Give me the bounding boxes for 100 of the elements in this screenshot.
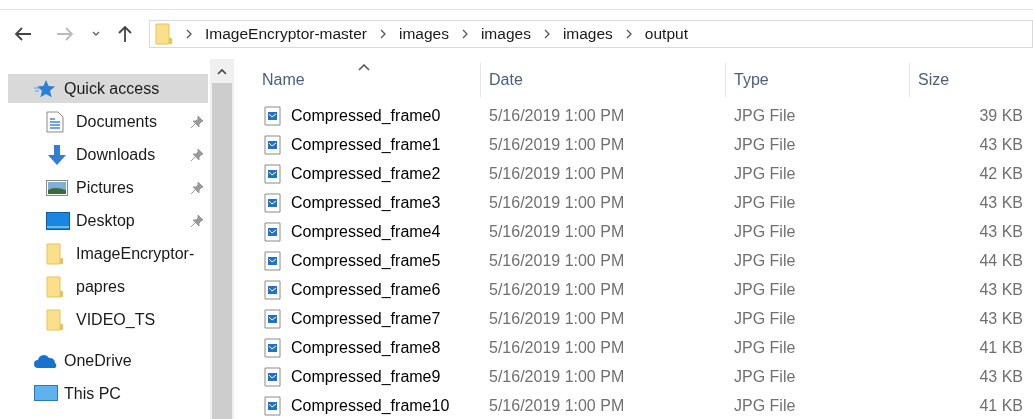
type-cell-text: JPG File — [733, 367, 797, 386]
column-header[interactable]: Size — [909, 63, 1033, 97]
document-icon — [46, 110, 64, 133]
sidebar-item[interactable]: papres — [8, 272, 208, 301]
folder-icon — [46, 275, 64, 298]
type-cell-text: JPG File — [733, 251, 797, 270]
breadcrumb[interactable]: images — [562, 25, 613, 43]
scrollbar-thumb[interactable] — [212, 83, 232, 419]
sidebar-item[interactable]: Desktop — [8, 206, 208, 235]
date-cell-text: 5/16/2019 1:00 PM — [488, 280, 626, 299]
sidebar-item[interactable]: Documents — [8, 107, 208, 136]
picture-icon — [46, 179, 68, 196]
folder-icon — [46, 242, 64, 265]
image-file-icon — [264, 366, 281, 387]
sidebar-item[interactable]: This PC — [8, 379, 208, 408]
sidebar-item[interactable]: VIDEO_TS — [8, 305, 208, 334]
chevron-icon — [378, 29, 387, 39]
date-cell-text: 5/16/2019 1:00 PM — [488, 396, 626, 415]
breadcrumb[interactable]: images — [480, 25, 531, 43]
size-cell-text: 42 KB — [978, 164, 1024, 183]
file-name[interactable]: Compressed_frame9 — [291, 367, 441, 386]
forward-arrow-icon — [55, 25, 75, 43]
type-cell-text: JPG File — [733, 193, 797, 212]
size-cell-text: 43 KB — [978, 135, 1024, 154]
folder-icon — [46, 308, 64, 331]
back-arrow-icon — [13, 25, 33, 43]
breadcrumb[interactable]: images — [398, 25, 449, 43]
image-file-icon — [264, 279, 281, 300]
date-cell-text: 5/16/2019 1:00 PM — [488, 193, 626, 212]
file-name[interactable]: Compressed_frame5 — [291, 251, 441, 270]
size-cell-text: 43 KB — [978, 280, 1024, 299]
sidebar-item[interactable]: Quick access — [8, 74, 208, 103]
image-file-icon — [264, 134, 281, 155]
file-name[interactable]: Compressed_frame0 — [291, 106, 441, 125]
date-cell-text: 5/16/2019 1:00 PM — [488, 106, 626, 125]
type-cell-text: JPG File — [733, 222, 797, 241]
file-name[interactable]: Compressed_frame10 — [291, 396, 450, 415]
column-header[interactable]: Name — [262, 63, 480, 97]
size-cell-text: 44 KB — [978, 251, 1024, 270]
sidebar-item[interactable]: Downloads — [8, 140, 208, 169]
size-cell-text: 43 KB — [978, 367, 1024, 386]
date-cell-text: 5/16/2019 1:00 PM — [488, 338, 626, 357]
sidebar-item[interactable]: OneDrive — [8, 346, 208, 375]
chevron-icon — [185, 29, 193, 39]
download-arrow-icon — [46, 143, 68, 166]
chevron-icon — [624, 29, 633, 39]
date-cell-text: 5/16/2019 1:00 PM — [488, 367, 626, 386]
desktop-icon — [46, 211, 70, 230]
pin-icon[interactable] — [190, 148, 204, 162]
scroll-up-icon[interactable] — [217, 67, 227, 75]
image-file-icon — [264, 337, 281, 358]
size-cell-text: 39 KB — [978, 106, 1024, 125]
pin-icon[interactable] — [190, 214, 204, 228]
sort-ascending-icon — [358, 64, 370, 71]
file-name[interactable]: Compressed_frame6 — [291, 280, 441, 299]
file-name[interactable]: Compressed_frame8 — [291, 338, 441, 357]
sidebar-item[interactable]: ImageEncryptor- — [8, 239, 208, 268]
size-cell-text: 43 KB — [978, 309, 1024, 328]
folder-icon — [155, 23, 173, 45]
chevron-icon — [460, 29, 469, 39]
image-file-icon — [264, 163, 281, 184]
type-cell-text: JPG File — [733, 338, 797, 357]
file-name[interactable]: Compressed_frame7 — [291, 309, 441, 328]
date-cell-text: 5/16/2019 1:00 PM — [488, 135, 626, 154]
address-bar[interactable]: ImageEncryptor-master images images images output — [149, 20, 1033, 48]
chevron-down-icon — [91, 30, 101, 38]
column-header[interactable]: Date — [480, 63, 725, 97]
cloud-icon — [34, 352, 58, 369]
type-cell-text: JPG File — [733, 135, 797, 154]
file-name[interactable]: Compressed_frame3 — [291, 193, 441, 212]
breadcrumb[interactable]: output — [644, 25, 688, 43]
breadcrumb[interactable]: ImageEncryptor-master — [205, 25, 367, 43]
size-cell-text: 43 KB — [978, 222, 1024, 241]
date-cell-text: 5/16/2019 1:00 PM — [488, 164, 626, 183]
file-name[interactable]: Compressed_frame4 — [291, 222, 441, 241]
size-cell-text: 43 KB — [978, 193, 1024, 212]
image-file-icon — [264, 105, 281, 126]
date-cell-text: 5/16/2019 1:00 PM — [488, 309, 626, 328]
size-cell-text: 41 KB — [978, 396, 1024, 415]
image-file-icon — [264, 221, 281, 242]
type-cell-text: JPG File — [733, 164, 797, 183]
image-file-icon — [264, 308, 281, 329]
type-cell-text: JPG File — [733, 396, 797, 415]
star-icon — [34, 78, 56, 99]
type-cell-text: JPG File — [733, 280, 797, 299]
monitor-icon — [34, 384, 58, 403]
image-file-icon — [264, 395, 281, 416]
file-name[interactable]: Compressed_frame1 — [291, 135, 441, 154]
image-file-icon — [264, 192, 281, 213]
file-name[interactable]: Compressed_frame2 — [291, 164, 441, 183]
pin-icon[interactable] — [190, 115, 204, 129]
type-cell-text: JPG File — [733, 309, 797, 328]
size-cell-text: 41 KB — [978, 338, 1024, 357]
sidebar-item[interactable]: Pictures — [8, 173, 208, 202]
date-cell-text: 5/16/2019 1:00 PM — [488, 251, 626, 270]
chevron-icon — [542, 29, 551, 39]
column-header[interactable]: Type — [725, 63, 909, 97]
date-cell-text: 5/16/2019 1:00 PM — [488, 222, 626, 241]
pin-icon[interactable] — [190, 181, 204, 195]
type-cell-text: JPG File — [733, 106, 797, 125]
